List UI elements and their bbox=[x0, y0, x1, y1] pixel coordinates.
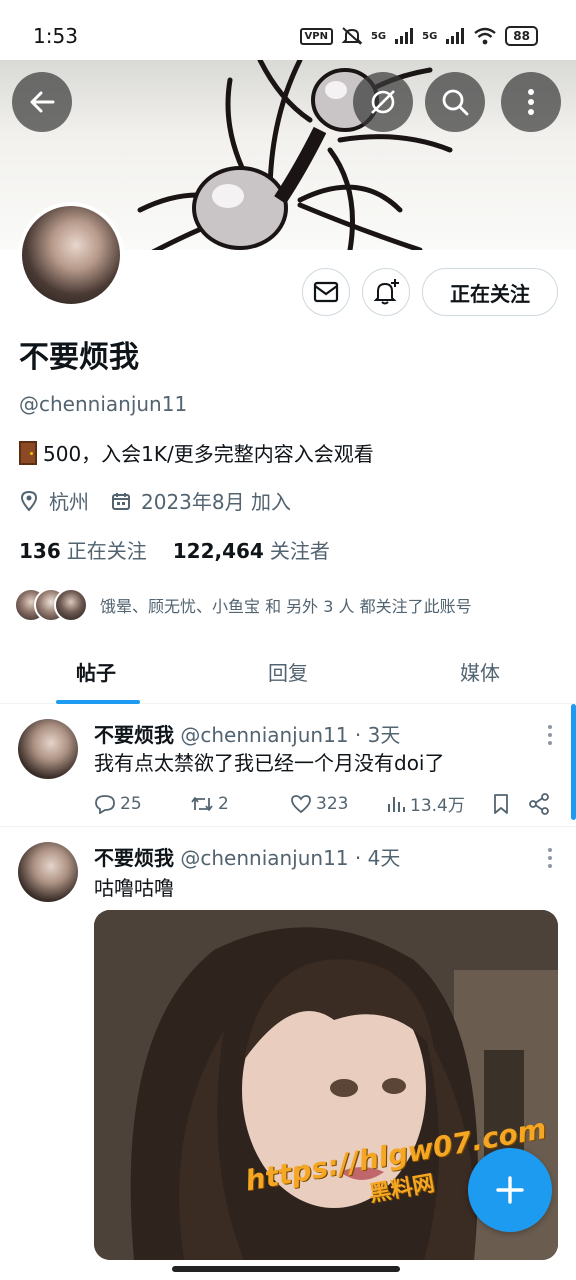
slash-circle-icon bbox=[371, 90, 395, 114]
share-button[interactable] bbox=[528, 792, 550, 815]
profile-joined: 2023年8月 加入 bbox=[141, 490, 291, 514]
tab-replies[interactable]: 回复 bbox=[192, 640, 384, 703]
like-count: 323 bbox=[316, 793, 349, 814]
following-link[interactable]: 136 正在关注 bbox=[19, 535, 147, 564]
status-bar: 1:53 VPN 5G 5G 88 bbox=[0, 0, 576, 60]
post-header: 不要烦我 @chennianjun11 · 3天 bbox=[94, 719, 400, 748]
signal-icon-2 bbox=[446, 28, 465, 44]
profile-handle: @chennianjun11 bbox=[19, 392, 188, 416]
more-options-button[interactable] bbox=[501, 72, 561, 132]
profile-bio: 500，入会1K/更多完整内容入会观看 bbox=[19, 438, 374, 467]
post-text: 我有点太禁欲了我已经一个月没有doi了 bbox=[94, 751, 445, 775]
post-author-name: 不要烦我 bbox=[94, 846, 174, 870]
post-more-button[interactable] bbox=[548, 725, 552, 745]
following-label: 正在关注 bbox=[66, 539, 147, 563]
heart-icon bbox=[291, 794, 311, 813]
post-avatar[interactable] bbox=[18, 719, 78, 779]
tab-posts[interactable]: 帖子 bbox=[0, 640, 192, 704]
post-header: 不要烦我 @chennianjun11 · 4天 bbox=[94, 842, 400, 871]
share-icon bbox=[529, 792, 549, 815]
profile-meta: 杭州 2023年8月 加入 bbox=[19, 486, 291, 515]
tab-media[interactable]: 媒体 bbox=[384, 640, 576, 703]
followers-count: 122,464 bbox=[172, 539, 264, 563]
search-icon bbox=[442, 89, 469, 116]
following-count: 136 bbox=[19, 539, 61, 563]
profile-avatar[interactable] bbox=[18, 202, 124, 308]
status-icons: VPN 5G 5G 88 bbox=[299, 26, 538, 46]
view-count: 13.4万 bbox=[410, 796, 465, 816]
post-text: 咕噜咕噜 bbox=[94, 876, 174, 900]
followers-label: 关注者 bbox=[269, 539, 330, 563]
repost-icon bbox=[191, 796, 213, 811]
comment-icon bbox=[95, 794, 115, 814]
reply-button[interactable]: 25 bbox=[94, 794, 190, 814]
compose-button[interactable] bbox=[468, 1148, 552, 1232]
views-button[interactable]: 13.4万 bbox=[386, 791, 492, 816]
followed-by-text: 饿晕、顾无忧、小鱼宝 和 另外 3 人 都关注了此账号 bbox=[100, 597, 472, 616]
post-avatar[interactable] bbox=[18, 842, 78, 902]
hide-replies-button[interactable] bbox=[353, 72, 413, 132]
bar-chart-icon bbox=[388, 796, 405, 812]
repost-count: 2 bbox=[218, 793, 229, 814]
bookmark-button[interactable] bbox=[492, 793, 528, 815]
location-pin-icon bbox=[20, 490, 38, 512]
follower-avatar-3 bbox=[54, 588, 88, 622]
post-meta: @chennianjun11 · 3天 bbox=[180, 723, 401, 747]
following-button[interactable]: 正在关注 bbox=[422, 268, 558, 316]
profile-location: 杭州 bbox=[49, 490, 89, 514]
signal-icon bbox=[395, 28, 414, 44]
status-time: 1:53 bbox=[33, 24, 78, 48]
bookmark-icon bbox=[494, 793, 508, 814]
door-emoji-icon bbox=[19, 440, 37, 465]
battery-indicator: 88 bbox=[505, 26, 538, 46]
search-button[interactable] bbox=[425, 72, 485, 132]
message-button[interactable] bbox=[302, 268, 350, 316]
more-vertical-icon bbox=[528, 89, 534, 115]
reply-count: 25 bbox=[120, 793, 142, 814]
notify-button[interactable] bbox=[362, 268, 410, 316]
profile-display-name: 不要烦我 bbox=[19, 340, 139, 375]
followed-by-row[interactable]: 饿晕、顾无忧、小鱼宝 和 另外 3 人 都关注了此账号 bbox=[14, 588, 472, 622]
back-button[interactable] bbox=[12, 72, 72, 132]
plus-icon bbox=[496, 1176, 524, 1204]
network-5g-2: 5G bbox=[422, 30, 438, 42]
post-actions: 25 2 323 13.4万 bbox=[94, 791, 554, 816]
bio-text: 500，入会1K/更多完整内容入会观看 bbox=[43, 442, 374, 466]
post-more-button[interactable] bbox=[548, 848, 552, 868]
network-5g-1: 5G bbox=[370, 30, 387, 42]
calendar-icon bbox=[112, 492, 130, 510]
post-item[interactable]: 不要烦我 @chennianjun11 · 3天 我有点太禁欲了我已经一个月没有… bbox=[0, 705, 576, 827]
profile-tabs: 帖子 回复 媒体 bbox=[0, 640, 576, 704]
envelope-icon bbox=[313, 281, 339, 303]
bell-plus-icon bbox=[373, 279, 399, 305]
vpn-badge: VPN bbox=[299, 27, 333, 45]
post-author-name: 不要烦我 bbox=[94, 723, 174, 747]
mute-icon bbox=[341, 27, 363, 45]
followers-link[interactable]: 122,464 关注者 bbox=[173, 535, 330, 564]
home-indicator[interactable] bbox=[172, 1266, 400, 1272]
arrow-left-icon bbox=[30, 91, 55, 113]
repost-button[interactable]: 2 bbox=[190, 794, 290, 814]
wifi-icon bbox=[474, 27, 497, 45]
post-meta: @chennianjun11 · 4天 bbox=[180, 846, 401, 870]
follow-counts: 136 正在关注 122,464 关注者 bbox=[19, 535, 330, 564]
like-button[interactable]: 323 bbox=[290, 794, 386, 814]
